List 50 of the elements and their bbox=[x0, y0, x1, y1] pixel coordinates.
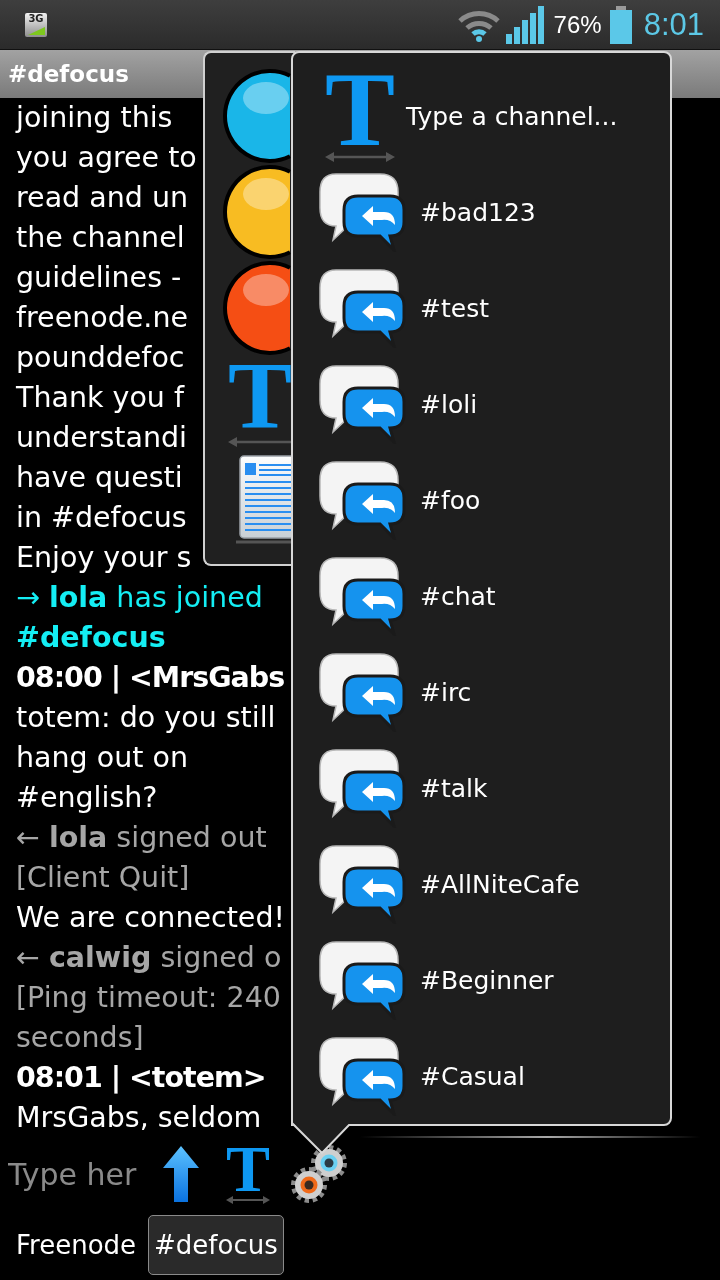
up-arrow-icon[interactable] bbox=[163, 1146, 199, 1202]
clock: 8:01 bbox=[643, 6, 704, 43]
channel-menu-item[interactable]: #talk bbox=[293, 740, 670, 836]
channel-menu-item[interactable]: #bad123 bbox=[293, 164, 670, 260]
chat-line: read and un bbox=[16, 180, 189, 216]
color-swatch-icon[interactable] bbox=[223, 261, 291, 355]
channel-menu-item[interactable]: #Casual bbox=[293, 1028, 670, 1124]
chat-line: Enjoy your s bbox=[16, 540, 192, 576]
channel-tab[interactable]: #defocus bbox=[148, 1215, 284, 1275]
channel-menu-item[interactable]: #chat bbox=[293, 548, 670, 644]
chat-line: → lola has joined bbox=[16, 580, 263, 616]
chat-line: 08:00 | <MrsGabs bbox=[16, 660, 285, 696]
chat-line: [Ping timeout: 240 bbox=[16, 980, 281, 1016]
message-input[interactable]: Type her bbox=[0, 1146, 160, 1202]
chat-line: the channel bbox=[16, 220, 185, 256]
chat-line: pounddefoc bbox=[16, 340, 185, 376]
chat-line: Thank you f bbox=[16, 380, 185, 416]
chat-line: totem: do you still bbox=[16, 700, 276, 736]
channel-tab[interactable]: Freenode bbox=[10, 1215, 143, 1275]
battery-percent: 76% bbox=[553, 10, 602, 39]
document-icon[interactable] bbox=[235, 452, 292, 545]
chat-line: have questi bbox=[16, 460, 183, 496]
network-type-icon: 3G bbox=[25, 12, 47, 37]
channel-menu-item[interactable]: #irc bbox=[293, 644, 670, 740]
chat-line: freenode.ne bbox=[16, 300, 188, 336]
chat-line: ← calwig signed o bbox=[16, 940, 282, 976]
chat-line: 08:01 | <totem> bbox=[16, 1060, 266, 1096]
channel-menu-item[interactable]: #Beginner bbox=[293, 932, 670, 1028]
chat-line: ← lola signed out bbox=[16, 820, 267, 856]
chat-line: in #defocus bbox=[16, 500, 187, 536]
chat-line: We are connected! bbox=[16, 900, 285, 936]
channel-title: #defocus bbox=[8, 61, 129, 87]
chat-line: #english? bbox=[16, 780, 158, 816]
chat-line: you agree to bbox=[16, 140, 197, 176]
color-swatch-icon[interactable] bbox=[223, 165, 291, 259]
chat-line: guidelines - bbox=[16, 260, 182, 296]
channel-menu-item[interactable]: #AllNiteCafe bbox=[293, 836, 670, 932]
chat-line: understandi bbox=[16, 420, 188, 456]
chat-line: MrsGabs, seldom bbox=[16, 1100, 262, 1136]
color-swatch-icon[interactable] bbox=[223, 69, 291, 163]
chat-line: hang out on bbox=[16, 740, 188, 776]
chat-line: seconds] bbox=[16, 1020, 144, 1056]
channel-menu-item[interactable]: #foo bbox=[293, 452, 670, 548]
channel-menu-item[interactable]: #loli bbox=[293, 356, 670, 452]
chat-line: [Client Quit] bbox=[16, 860, 190, 896]
battery-icon bbox=[609, 5, 632, 44]
chat-line: joining this bbox=[16, 100, 173, 136]
chat-line: #defocus bbox=[16, 620, 166, 656]
signal-icon bbox=[505, 5, 546, 44]
channel-menu-item[interactable]: #test bbox=[293, 260, 670, 356]
